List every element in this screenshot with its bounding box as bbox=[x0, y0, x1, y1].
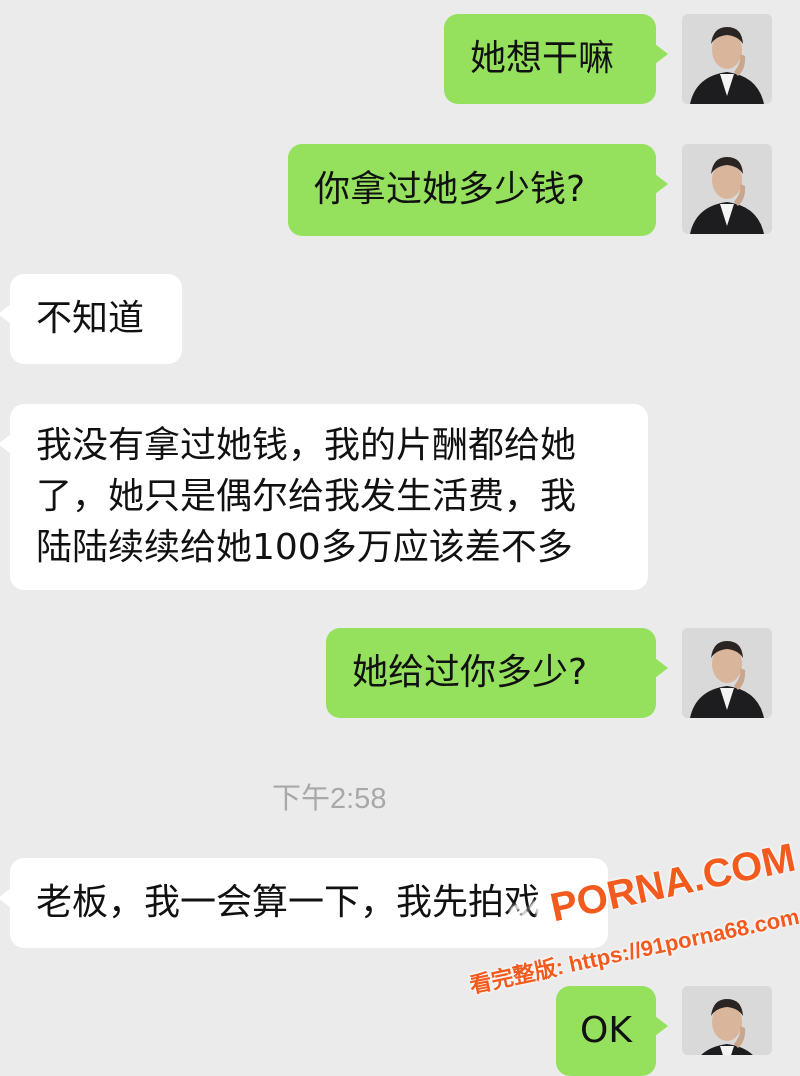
avatar[interactable] bbox=[682, 144, 772, 234]
timestamp: 下午2:58 bbox=[272, 783, 387, 815]
message-text: OK bbox=[580, 1010, 632, 1051]
message-line: 了，她只是偶尔给我发生活费，我 bbox=[36, 476, 577, 517]
message-bubble-received[interactable]: 不知道 bbox=[0, 274, 182, 364]
message-bubble-sent[interactable]: OK bbox=[556, 986, 668, 1076]
message-text: 你拿过她多少钱? bbox=[314, 169, 586, 210]
message-text: 她想干嘛 bbox=[470, 38, 615, 79]
message-bubble-received[interactable]: 我没有拿过她钱，我的片酬都给她 了，她只是偶尔给我发生活费，我 陆陆续续给她10… bbox=[0, 404, 648, 590]
watermark-prefix: 91 bbox=[506, 893, 552, 939]
avatar[interactable] bbox=[682, 986, 772, 1055]
user-avatar-icon bbox=[682, 144, 772, 234]
message-line: 陆陆续续给她100多万应该差不多 bbox=[36, 527, 573, 568]
message-text: 老板，我一会算一下，我先拍戏 bbox=[36, 882, 541, 923]
message-bubble-sent[interactable]: 她想干嘛 bbox=[444, 14, 668, 104]
avatar[interactable] bbox=[682, 14, 772, 104]
message-bubble-sent[interactable]: 她给过你多少? bbox=[326, 628, 668, 718]
message-bubble-sent[interactable]: 你拿过她多少钱? bbox=[288, 144, 668, 236]
user-avatar-icon bbox=[682, 628, 772, 718]
user-avatar-icon bbox=[682, 14, 772, 104]
avatar[interactable] bbox=[682, 628, 772, 718]
message-line: 我没有拿过她钱，我的片酬都给她 bbox=[36, 425, 577, 466]
message-text: 她给过你多少? bbox=[352, 652, 588, 693]
user-avatar-icon bbox=[682, 986, 772, 1055]
message-text: 不知道 bbox=[36, 298, 145, 339]
